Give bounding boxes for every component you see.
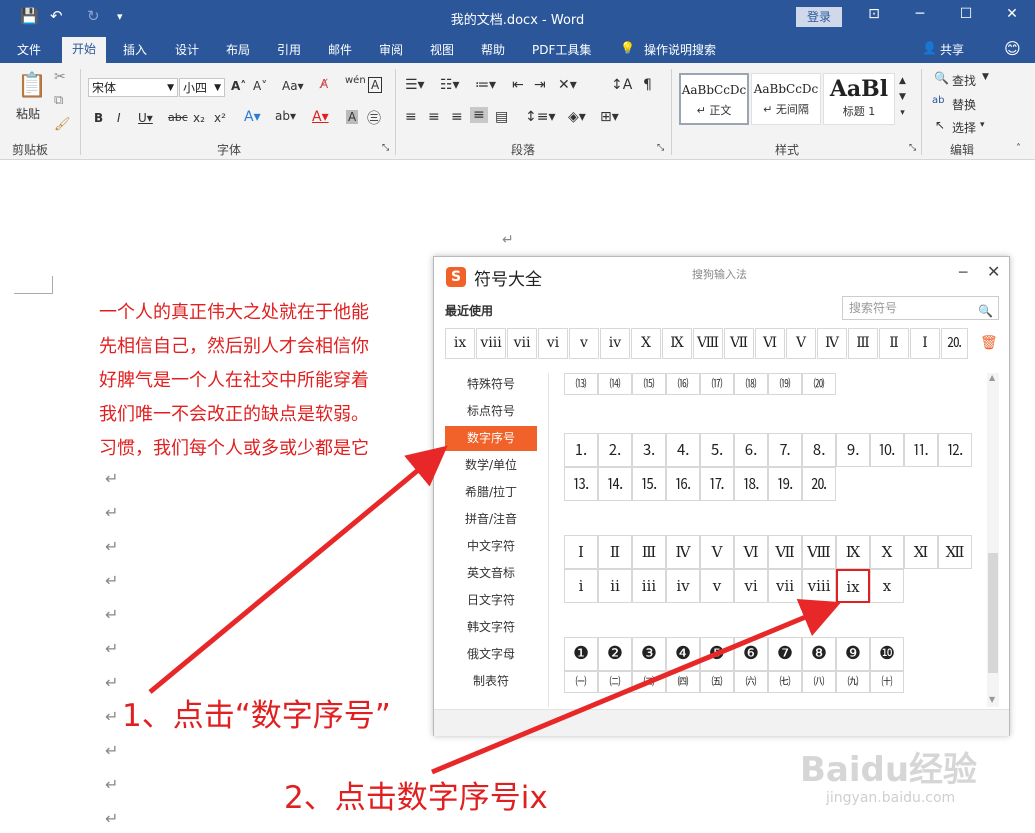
arrow-to-symbol: [431, 599, 842, 775]
baidu-watermark-logo: Baidu经验: [800, 742, 977, 791]
annotation-step-2: 2、点击数字序号ix: [284, 780, 548, 816]
watermark-brand: Baidu经验: [800, 750, 978, 790]
annotation-step-1: 1、点击“数字序号”: [122, 698, 391, 734]
arrow-to-category: [148, 445, 448, 694]
watermark-url: jingyan.baidu.com: [826, 790, 956, 806]
